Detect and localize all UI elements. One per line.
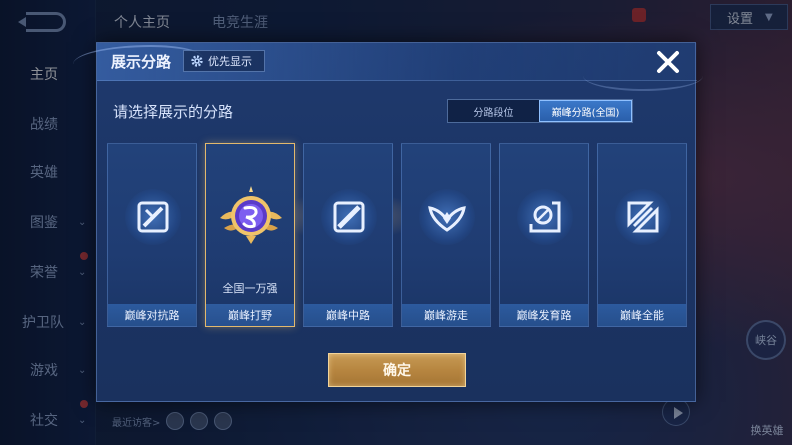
confirm-button[interactable]: 确定 <box>328 353 466 387</box>
lane-name: 巅峰对抗路 <box>108 304 196 326</box>
roam-icon <box>419 189 475 245</box>
gear-icon <box>191 55 203 67</box>
priority-label: 优先显示 <box>208 55 252 68</box>
lane-card-roam[interactable]: 巅峰游走 <box>401 143 491 327</box>
lane-card-jungle[interactable]: 全国一万强 巅峰打野 <box>205 143 295 327</box>
lane-name: 巅峰全能 <box>598 304 686 326</box>
tab-peak-lane-national[interactable]: 巅峰分路(全国) <box>539 100 632 122</box>
close-icon <box>657 51 679 73</box>
lane-name: 巅峰游走 <box>402 304 490 326</box>
all-round-icon <box>615 189 671 245</box>
lane-card-clash[interactable]: 巅峰对抗路 <box>107 143 197 327</box>
lane-card-mid[interactable]: 巅峰中路 <box>303 143 393 327</box>
dialog-title: 展示分路 <box>111 53 172 71</box>
priority-display-button[interactable]: 优先显示 <box>183 50 265 72</box>
rank-text: 全国一万强 <box>222 282 278 295</box>
clash-lane-icon <box>125 189 181 245</box>
close-button[interactable] <box>653 47 683 77</box>
mid-lane-icon <box>321 189 377 245</box>
lane-card-all-round[interactable]: 巅峰全能 <box>597 143 687 327</box>
lane-display-dialog: 展示分路 优先显示 请选择展示的分路 分路段位 巅峰分路(全国) 巅峰对抗路 全… <box>73 42 703 402</box>
lane-name: 巅峰发育路 <box>500 304 588 326</box>
lane-type-segmented-control: 分路段位 巅峰分路(全国) <box>447 99 633 123</box>
dialog-header: 展示分路 优先显示 <box>73 43 703 91</box>
lane-card-farm[interactable]: 巅峰发育路 <box>499 143 589 327</box>
header-decoration <box>583 61 703 91</box>
lane-name: 巅峰中路 <box>304 304 392 326</box>
dialog-subtitle: 请选择展示的分路 <box>113 103 234 121</box>
lane-name: 巅峰打野 <box>206 304 294 326</box>
farm-lane-icon <box>517 189 573 245</box>
tab-lane-rank[interactable]: 分路段位 <box>448 100 539 122</box>
jungle-rank-badge-icon <box>220 186 282 244</box>
